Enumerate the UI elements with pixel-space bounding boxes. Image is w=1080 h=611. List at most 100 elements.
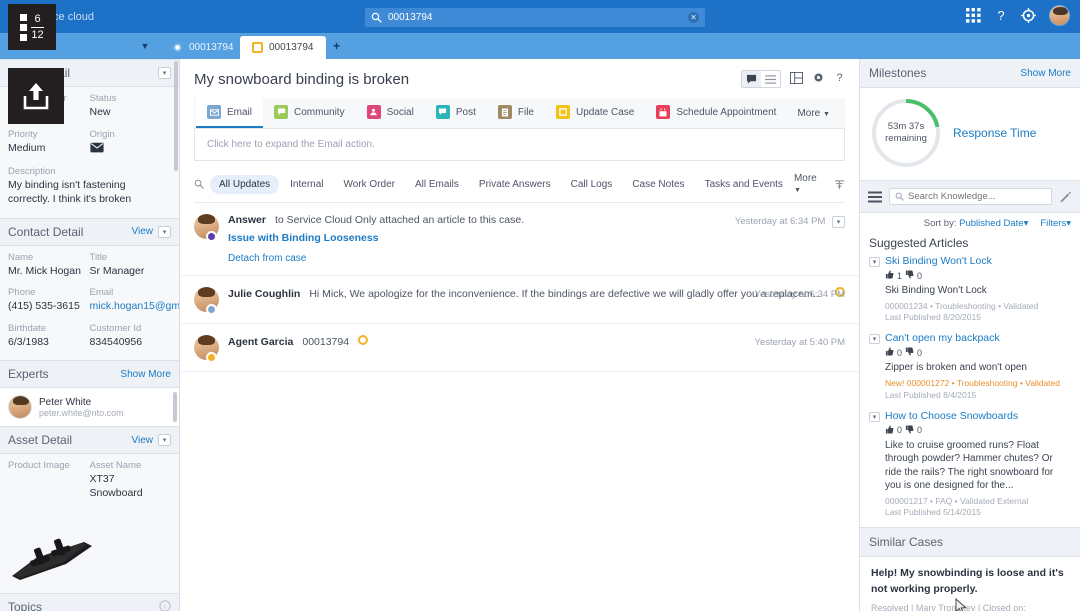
search-input[interactable] xyxy=(388,12,688,23)
publisher-tab-social[interactable]: Social xyxy=(356,98,425,128)
feed-article-link[interactable]: Issue with Binding Looseness xyxy=(228,232,845,244)
feed-tab-all-updates[interactable]: All Updates xyxy=(210,174,280,194)
feed-badge-icon xyxy=(206,304,217,315)
detach-from-case-link[interactable]: Detach from case xyxy=(228,253,845,264)
layout-icon[interactable] xyxy=(789,71,804,87)
left-sidebar: Case Detail ▾ Case Number 00013794 Statu… xyxy=(0,59,180,611)
article-item[interactable]: ▾ Ski Binding Won't Lock 1 0 Ski Binding… xyxy=(860,255,1080,333)
chat-bubble-icon[interactable] xyxy=(742,71,761,87)
milestones-show-more-link[interactable]: Show More xyxy=(1020,68,1071,79)
search-icon[interactable] xyxy=(194,179,204,189)
feed-tab-work-order[interactable]: Work Order xyxy=(335,175,405,194)
help-icon[interactable]: ? xyxy=(994,8,1008,23)
field-value: Sr Manager xyxy=(89,264,145,277)
global-search[interactable]: ✕ xyxy=(365,8,705,27)
feed-badge-icon xyxy=(206,352,217,363)
thumbs-up-icon[interactable] xyxy=(885,347,894,358)
new-tab-button[interactable]: + xyxy=(333,40,340,52)
sort-icon[interactable] xyxy=(834,179,845,190)
feed-tab-call-logs[interactable]: Call Logs xyxy=(562,175,622,194)
feed-timestamp: Yesterday at 6:34 PM xyxy=(754,289,845,300)
sidebar-scrollbar[interactable] xyxy=(174,61,178,171)
feed-more-button[interactable]: More ▼ xyxy=(794,173,824,195)
chevron-down-icon[interactable]: ▼ xyxy=(140,41,150,51)
calendar-icon xyxy=(656,105,671,119)
experts-scrollbar[interactable] xyxy=(173,392,177,423)
publisher-tab-email[interactable]: Email xyxy=(196,98,264,128)
similar-case-title[interactable]: Help! My snowbinding is loose and it's n… xyxy=(871,566,1069,596)
help-circle-icon[interactable]: i xyxy=(159,600,171,611)
list-view-icon[interactable] xyxy=(761,71,780,87)
field-value: XT37 Snowboard xyxy=(89,473,143,500)
gear-icon[interactable] xyxy=(812,71,825,87)
thumbs-up-icon[interactable] xyxy=(885,425,894,436)
expert-list-item[interactable]: Peter White peter.white@nto.com xyxy=(0,388,179,426)
article-meta-line: 000001272 • Troubleshooting • Validated xyxy=(906,377,1060,388)
feed-item[interactable]: Answer to Service Cloud Only attached an… xyxy=(180,203,859,276)
feed-badge-icon xyxy=(206,231,217,242)
field-label: Origin xyxy=(89,128,115,140)
publisher-tab-update-case[interactable]: Update Case xyxy=(545,98,645,128)
feed-tab-private-answers[interactable]: Private Answers xyxy=(470,175,560,194)
hamburger-icon[interactable] xyxy=(868,191,882,203)
thumbs-down-icon[interactable] xyxy=(905,347,914,358)
sort-by-label: Sort by: xyxy=(923,218,957,229)
avatar[interactable] xyxy=(1049,5,1070,26)
publisher-tab-schedule-appointment[interactable]: Schedule Appointment xyxy=(645,98,787,128)
expand-article-icon[interactable]: ▾ xyxy=(869,257,880,267)
publisher-tab-community[interactable]: Community xyxy=(263,98,356,128)
chevron-down-icon[interactable]: ▾ xyxy=(158,434,171,447)
feed-tab-internal[interactable]: Internal xyxy=(281,175,332,194)
field-label: Product Image xyxy=(8,460,70,472)
view-contact-link[interactable]: View xyxy=(132,226,154,237)
fraction-numerator: 6 xyxy=(34,12,41,25)
page-fraction: 6 12 xyxy=(31,12,44,41)
right-sidebar: Milestones Show More 53m 37s remaining R… xyxy=(859,59,1080,611)
email-action-expand[interactable]: Click here to expand the Email action. xyxy=(194,129,845,161)
article-item[interactable]: ▾ Can't open my backpack 0 0 Zipper is b… xyxy=(860,332,1080,410)
expand-article-icon[interactable]: ▾ xyxy=(869,334,880,345)
clear-search-icon[interactable]: ✕ xyxy=(688,12,699,23)
list-icon xyxy=(20,13,28,41)
knowledge-search[interactable] xyxy=(889,188,1052,205)
help-icon[interactable]: ? xyxy=(834,71,845,87)
chevron-down-icon[interactable]: ▾ xyxy=(158,67,171,79)
filters-control[interactable]: Filters▾ xyxy=(1040,218,1071,229)
thumbs-down-icon[interactable] xyxy=(905,425,914,436)
thumbs-down-icon[interactable] xyxy=(905,270,914,281)
experts-show-more-link[interactable]: Show More xyxy=(120,369,171,380)
share-overlay[interactable] xyxy=(8,68,64,124)
thumbs-up-icon[interactable] xyxy=(885,270,894,281)
chevron-down-icon[interactable]: ▾ xyxy=(832,216,845,228)
field-value[interactable]: mick.hogan15@gm... xyxy=(90,300,180,314)
feed-item[interactable]: Julie Coughlin Hi Mick, We apologize for… xyxy=(180,276,859,324)
expand-article-icon[interactable]: ▾ xyxy=(869,411,880,422)
publisher-tab-label: Community xyxy=(294,106,345,118)
chevron-down-icon[interactable]: ▾ xyxy=(158,225,171,238)
feed-tab-case-notes[interactable]: Case Notes xyxy=(623,175,693,194)
expert-name: Peter White xyxy=(39,396,92,408)
console-tab-label: 00013794 xyxy=(269,42,314,53)
pencil-icon[interactable] xyxy=(1059,190,1072,203)
publisher-tab-file[interactable]: File xyxy=(487,98,545,128)
publisher-tab-post[interactable]: Post xyxy=(425,98,487,128)
feed-tab-all-emails[interactable]: All Emails xyxy=(406,175,468,194)
article-title[interactable]: Can't open my backpack xyxy=(885,332,1071,344)
gear-icon[interactable] xyxy=(1021,8,1036,23)
article-item[interactable]: ▾ How to Choose Snowboards 0 0 Like to c… xyxy=(860,409,1080,528)
sort-by-control[interactable]: Sort by: Published Date▾ xyxy=(924,218,1029,229)
field-value: 6/3/1983 xyxy=(8,335,49,348)
view-asset-link[interactable]: View xyxy=(132,435,154,446)
similar-case-item[interactable]: Help! My snowbinding is loose and it's n… xyxy=(860,557,1080,611)
knowledge-search-input[interactable] xyxy=(908,191,1046,202)
console-tab-2[interactable]: 00013794 xyxy=(240,36,326,59)
similar-cases-header: Similar Cases xyxy=(860,527,1080,558)
feed-tab-tasks-and-events[interactable]: Tasks and Events xyxy=(696,175,792,194)
article-title[interactable]: Ski Binding Won't Lock xyxy=(885,255,1071,267)
app-launcher-icon[interactable] xyxy=(966,8,981,23)
section-title: Experts xyxy=(8,367,49,382)
console-tab-1[interactable]: 00013794 xyxy=(160,36,246,59)
publisher-more-button[interactable]: More ▼ xyxy=(797,108,830,119)
feed-item[interactable]: Agent Garcia 00013794 Yesterday at 5:40 … xyxy=(180,324,859,372)
article-title[interactable]: How to Choose Snowboards xyxy=(885,410,1071,422)
